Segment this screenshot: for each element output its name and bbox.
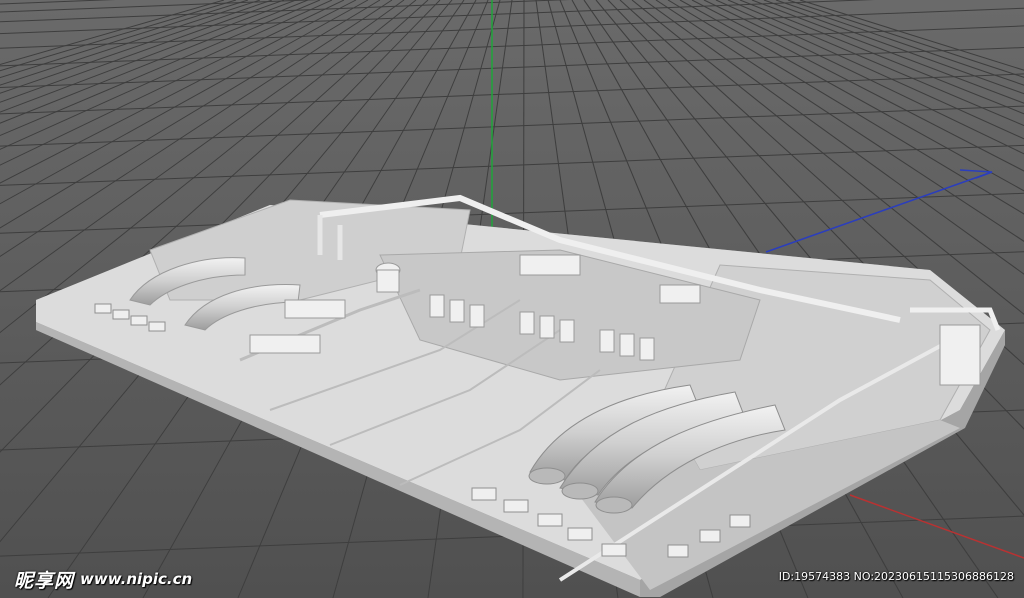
watermark-logo: 昵享网 www.nipic.cn	[14, 566, 192, 592]
outlet-pipe-2-mouth	[561, 482, 599, 500]
outlet-pipe-3-mouth	[595, 496, 633, 514]
scene-canvas[interactable]	[0, 0, 1024, 598]
outlet-pipe-1-mouth	[528, 467, 566, 485]
watermark-image-info: ID:19574383 NO:20230615115306886128	[778, 570, 1014, 583]
3d-viewport[interactable]: 昵享网 www.nipic.cn ID:19574383 NO:20230615…	[0, 0, 1024, 598]
watermark-site-name: 昵享网	[14, 569, 75, 592]
watermark-site-url: www.nipic.cn	[80, 570, 193, 588]
